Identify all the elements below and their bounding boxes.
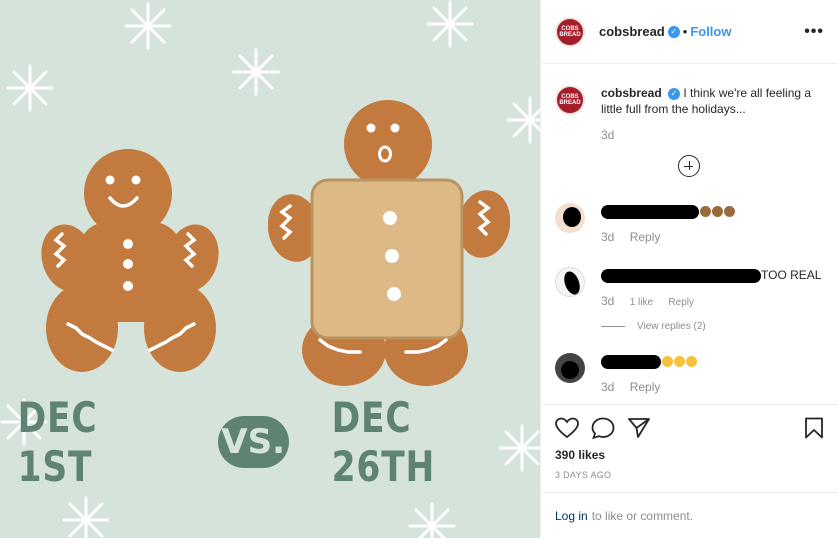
- caption-meta: 3d: [601, 127, 831, 143]
- comment-time[interactable]: 3d: [601, 380, 614, 394]
- comment-body: 3d Reply: [601, 203, 831, 245]
- dot-separator: •: [682, 24, 688, 39]
- redacted-username: [601, 354, 661, 369]
- monkey-emoji-icon: [724, 206, 735, 218]
- share-icon[interactable]: [627, 417, 651, 439]
- avatar[interactable]: COBS BREAD: [555, 16, 585, 47]
- comment-time[interactable]: 3d: [601, 230, 614, 244]
- snowflake-icon: [124, 2, 172, 50]
- view-replies-button[interactable]: View replies (2): [601, 319, 831, 335]
- laughing-emoji-icon: [662, 356, 673, 368]
- image-caption-row: DEC 1ST VS. DEC 26TH: [0, 393, 540, 491]
- avatar-text: COBS BREAD: [559, 94, 581, 106]
- header-username[interactable]: cobsbread: [599, 24, 665, 39]
- comment-icon[interactable]: [591, 417, 615, 439]
- vs-badge: VS.: [217, 416, 289, 468]
- verified-icon: ✓: [668, 87, 681, 100]
- redacted-username: [601, 268, 761, 283]
- verified-icon: ✓: [667, 25, 680, 38]
- comment-meta: 3d Reply: [601, 379, 831, 395]
- comment-body: TOO REAL 3d 1 like Reply View replies (2…: [601, 267, 831, 335]
- laughing-emoji-icon: [674, 356, 685, 368]
- reply-button[interactable]: Reply: [630, 230, 661, 244]
- reply-button[interactable]: Reply: [630, 380, 661, 394]
- reply-button[interactable]: Reply: [668, 297, 694, 308]
- avatar-text: COBS BREAD: [559, 25, 581, 38]
- avatar[interactable]: COBS BREAD: [555, 85, 585, 115]
- comment-body: 3d Reply: [601, 353, 831, 395]
- follow-button[interactable]: Follow: [690, 24, 731, 39]
- view-replies-label: View replies (2): [637, 321, 706, 332]
- post-image[interactable]: DEC 1ST VS. DEC 26TH: [0, 0, 540, 538]
- likes-count[interactable]: 390 likes: [555, 448, 824, 462]
- snowflake-icon: [62, 496, 110, 538]
- login-prompt-text: to like or comment.: [591, 508, 694, 523]
- comment-time[interactable]: 3d: [601, 294, 614, 308]
- load-more-comments-icon[interactable]: [678, 155, 700, 177]
- action-icons: [555, 415, 824, 441]
- post-header: COBS BREAD cobsbread ✓ • Follow •••: [541, 0, 838, 64]
- post-sidebar: COBS BREAD cobsbread ✓ • Follow ••• COBS…: [540, 0, 838, 538]
- comment-meta: 3d Reply: [601, 229, 831, 245]
- heart-icon[interactable]: [555, 417, 579, 439]
- laughing-emoji-icon: [686, 356, 697, 368]
- left-date-label: DEC 1ST: [17, 393, 98, 491]
- avatar[interactable]: [555, 353, 585, 383]
- snowflake-icon: [426, 0, 474, 48]
- comment-likes[interactable]: 1 like: [630, 297, 653, 308]
- more-options-icon[interactable]: •••: [804, 23, 824, 41]
- monkey-emoji-icon: [700, 206, 711, 218]
- snowflake-icon: [408, 502, 456, 538]
- monkey-emoji-icon: [712, 206, 723, 218]
- login-prompt: Log in to like or comment.: [541, 492, 838, 538]
- avatar[interactable]: [555, 203, 585, 233]
- gingerbread-cookie-bread: [268, 100, 510, 386]
- post-timestamp[interactable]: 3 DAYS AGO: [555, 470, 824, 480]
- avatar[interactable]: [555, 267, 585, 297]
- divider: [601, 325, 625, 327]
- gingerbread-cookie-thin: [41, 149, 219, 372]
- caption-body: cobsbread ✓ I think we're all feeling a …: [601, 85, 831, 143]
- comment-meta: 3d 1 like Reply: [601, 293, 831, 311]
- caption-username[interactable]: cobsbread: [601, 86, 662, 100]
- bookmark-icon[interactable]: [804, 417, 824, 439]
- redacted-username: [601, 204, 699, 219]
- caption-time[interactable]: 3d: [601, 128, 614, 142]
- post-actions: 390 likes 3 DAYS AGO: [541, 404, 838, 500]
- login-link[interactable]: Log in: [555, 509, 588, 523]
- snowflake-icon: [232, 48, 280, 96]
- right-date-label: DEC 26TH: [331, 393, 435, 491]
- snowflake-icon: [6, 64, 54, 112]
- comments-list[interactable]: COBS BREAD cobsbread ✓ I think we're all…: [541, 65, 838, 405]
- comment-text: TOO REAL: [761, 268, 822, 282]
